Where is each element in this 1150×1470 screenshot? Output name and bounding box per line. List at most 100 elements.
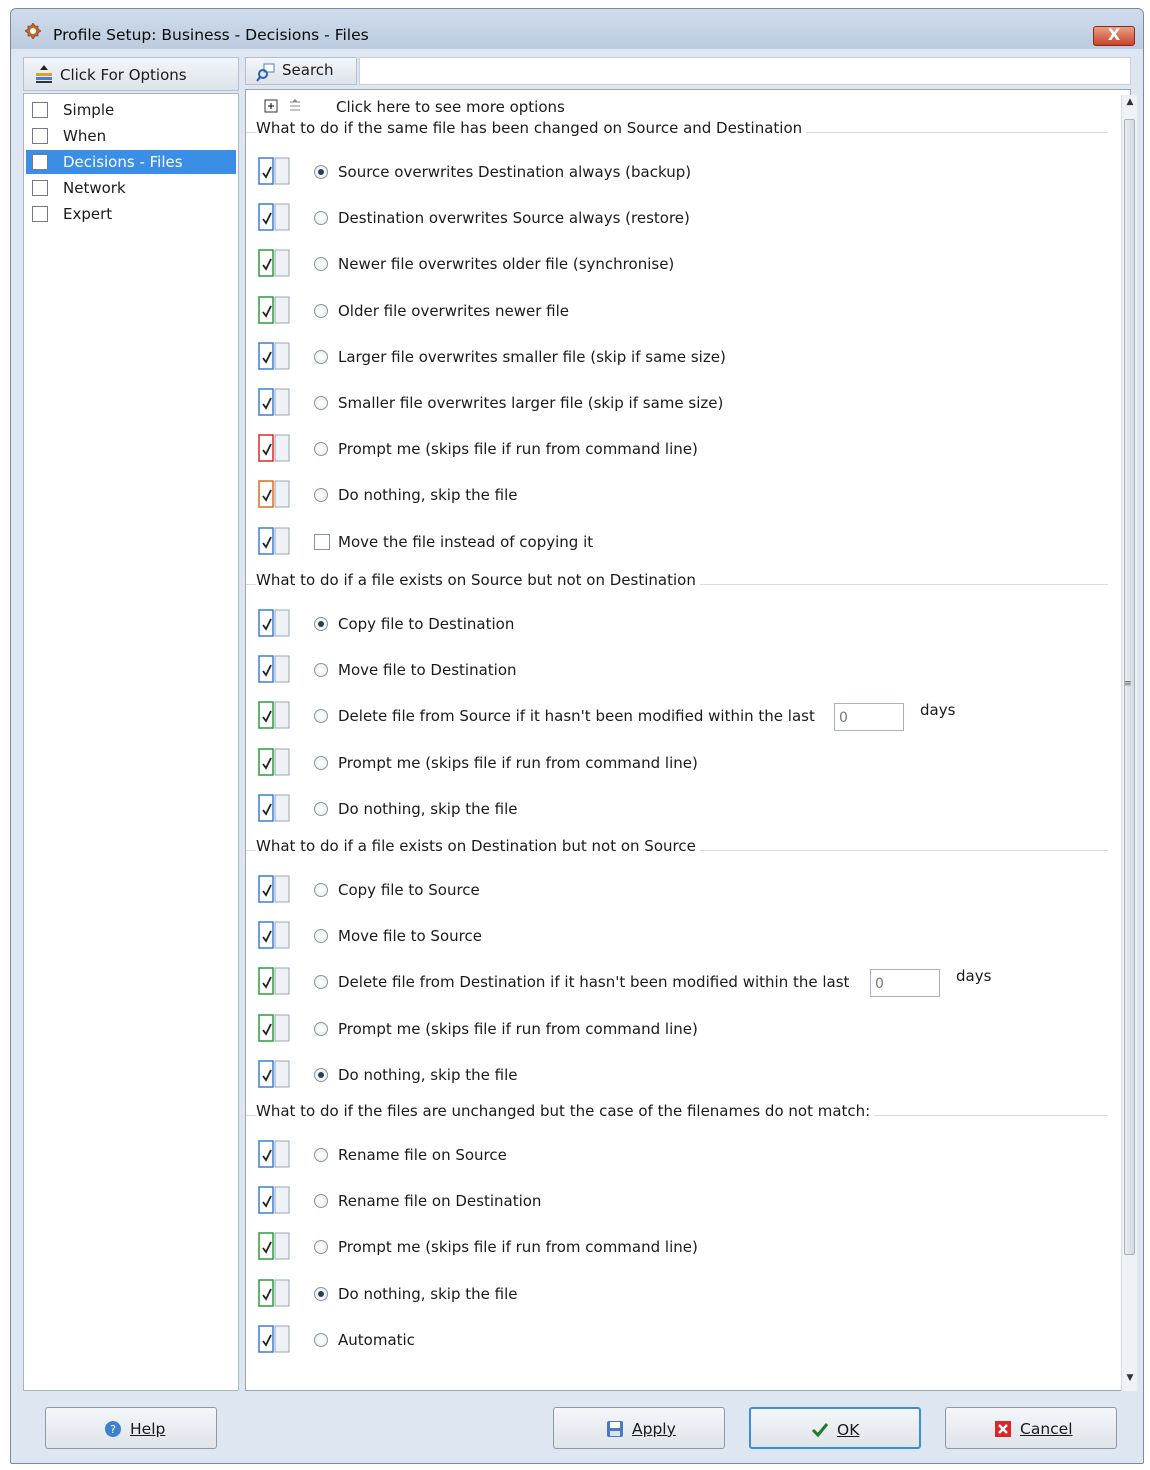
cancel-button[interactable]: Cancel xyxy=(945,1407,1117,1449)
search-button[interactable]: Search xyxy=(245,57,357,85)
option-radio[interactable] xyxy=(314,442,328,457)
option-label[interactable]: Newer file overwrites older file (synchr… xyxy=(338,255,674,273)
option-label[interactable]: Larger file overwrites smaller file (ski… xyxy=(338,348,726,366)
search-input[interactable] xyxy=(359,57,1131,85)
option-icon xyxy=(256,1277,292,1311)
option-radio[interactable] xyxy=(314,755,328,770)
apply-button[interactable]: Apply xyxy=(553,1407,725,1449)
option-label[interactable]: Prompt me (skips file if run from comman… xyxy=(338,1020,698,1038)
days-label: days xyxy=(956,967,992,986)
option-radio[interactable] xyxy=(314,801,328,816)
nav-item-network[interactable]: Network xyxy=(26,176,236,200)
option-radio[interactable] xyxy=(314,1148,328,1162)
option-row: Do nothing, skip the file xyxy=(246,1058,1106,1094)
option-icon xyxy=(256,792,292,826)
option-radio[interactable] xyxy=(314,349,328,364)
option-icon xyxy=(256,1184,292,1218)
option-radio[interactable] xyxy=(314,1332,328,1347)
option-row: Move file to Source xyxy=(246,919,1106,955)
group-title: What to do if the same file has been cha… xyxy=(256,119,807,137)
option-icon xyxy=(256,1138,292,1172)
option-radio[interactable] xyxy=(314,617,328,631)
option-row: Prompt me (skips file if run from comman… xyxy=(246,1230,1106,1266)
option-radio[interactable] xyxy=(314,1194,328,1209)
decision-group: What to do if a file exists on Destinati… xyxy=(246,837,1108,1116)
checklist-icon xyxy=(32,102,48,118)
option-label[interactable]: Rename file on Source xyxy=(338,1146,507,1164)
option-label[interactable]: Do nothing, skip the file xyxy=(338,1066,518,1084)
days-input[interactable]: 0 xyxy=(870,969,940,998)
option-label[interactable]: Older file overwrites newer file xyxy=(338,302,569,320)
nav-item-expert[interactable]: Expert xyxy=(26,202,236,226)
option-radio[interactable] xyxy=(314,883,328,897)
option-label[interactable]: Move file to Destination xyxy=(338,661,517,679)
options-panel: Click here to see more options What to d… xyxy=(245,89,1131,1391)
option-icon xyxy=(256,1012,292,1046)
option-icon xyxy=(256,965,292,999)
scroll-up-icon[interactable]: ▲ xyxy=(1122,97,1138,113)
scroll-down-icon[interactable]: ▼ xyxy=(1122,1373,1138,1389)
vertical-scrollbar[interactable]: ▲ ≡ ▼ xyxy=(1121,95,1137,1391)
option-radio[interactable] xyxy=(314,709,328,724)
option-label[interactable]: Prompt me (skips file if run from comman… xyxy=(338,754,698,772)
option-label[interactable]: Source overwrites Destination always (ba… xyxy=(338,163,691,181)
group-title: What to do if a file exists on Destinati… xyxy=(256,837,700,855)
option-label[interactable]: Automatic xyxy=(338,1331,415,1349)
option-radio[interactable] xyxy=(314,1067,328,1082)
option-label[interactable]: Move the file instead of copying it xyxy=(338,533,593,551)
app-icon xyxy=(25,23,41,39)
option-label[interactable]: Copy file to Source xyxy=(338,881,480,899)
option-label[interactable]: Delete file from Source if it hasn't bee… xyxy=(338,707,815,725)
title-bar: Profile Setup: Business - Decisions - Fi… xyxy=(11,9,1143,49)
option-label[interactable]: Prompt me (skips file if run from comman… xyxy=(338,1238,698,1256)
option-label[interactable]: Do nothing, skip the file xyxy=(338,800,518,818)
click-for-options-button[interactable]: Click For Options xyxy=(23,57,239,91)
nav-item-simple[interactable]: Simple xyxy=(26,98,236,122)
close-icon: X xyxy=(1107,25,1121,44)
days-input[interactable]: 0 xyxy=(834,703,904,732)
option-checkbox[interactable] xyxy=(314,533,330,550)
close-button[interactable]: X xyxy=(1093,25,1135,46)
option-row: Smaller file overwrites larger file (ski… xyxy=(246,386,1106,422)
option-radio[interactable] xyxy=(314,303,328,318)
option-radio[interactable] xyxy=(314,396,328,410)
option-row: Prompt me (skips file if run from comman… xyxy=(246,746,1106,782)
option-label[interactable]: Prompt me (skips file if run from comman… xyxy=(338,440,698,458)
option-radio[interactable] xyxy=(314,929,328,944)
option-radio[interactable] xyxy=(314,1021,328,1036)
option-radio[interactable] xyxy=(314,1240,328,1255)
option-label[interactable]: Rename file on Destination xyxy=(338,1192,541,1210)
option-label[interactable]: Smaller file overwrites larger file (ski… xyxy=(338,394,723,412)
decision-group: What to do if a file exists on Source bu… xyxy=(246,571,1108,851)
option-label[interactable]: Copy file to Destination xyxy=(338,615,514,633)
option-label[interactable]: Do nothing, skip the file xyxy=(338,1285,518,1303)
option-radio[interactable] xyxy=(314,488,328,503)
nav-list: Simple When Decisions - Files Network Expert xyxy=(23,93,239,1391)
option-icon xyxy=(256,699,292,733)
option-radio[interactable] xyxy=(314,257,328,272)
option-row: Source overwrites Destination always (ba… xyxy=(246,155,1106,191)
option-radio[interactable] xyxy=(314,165,328,179)
click-for-options-label: Click For Options xyxy=(60,66,187,84)
option-label[interactable]: Destination overwrites Source always (re… xyxy=(338,209,690,227)
help-icon: ? xyxy=(105,1421,121,1437)
left-panel: Click For Options Simple When Decisions - … xyxy=(23,57,239,1391)
ok-button[interactable]: OK xyxy=(749,1407,921,1449)
option-icon xyxy=(256,340,292,374)
option-row: Copy file to Destination xyxy=(246,607,1106,643)
option-radio[interactable] xyxy=(314,211,328,226)
option-label[interactable]: Do nothing, skip the file xyxy=(338,486,518,504)
option-radio[interactable] xyxy=(314,975,328,990)
option-radio[interactable] xyxy=(314,663,328,678)
option-radio[interactable] xyxy=(314,1286,328,1301)
scroll-grip-icon: ≡ xyxy=(1124,679,1132,689)
help-button[interactable]: ? Help xyxy=(45,1407,217,1449)
nav-item-label: When xyxy=(63,127,107,145)
nav-item-when[interactable]: When xyxy=(26,124,236,148)
option-icon xyxy=(256,155,292,189)
nav-item-decisions-files[interactable]: Decisions - Files xyxy=(26,150,236,174)
option-row: Delete file from Source if it hasn't bee… xyxy=(246,699,1106,735)
option-label[interactable]: Move file to Source xyxy=(338,927,482,945)
nav-item-label: Network xyxy=(63,179,126,197)
option-label[interactable]: Delete file from Destination if it hasn'… xyxy=(338,973,849,991)
